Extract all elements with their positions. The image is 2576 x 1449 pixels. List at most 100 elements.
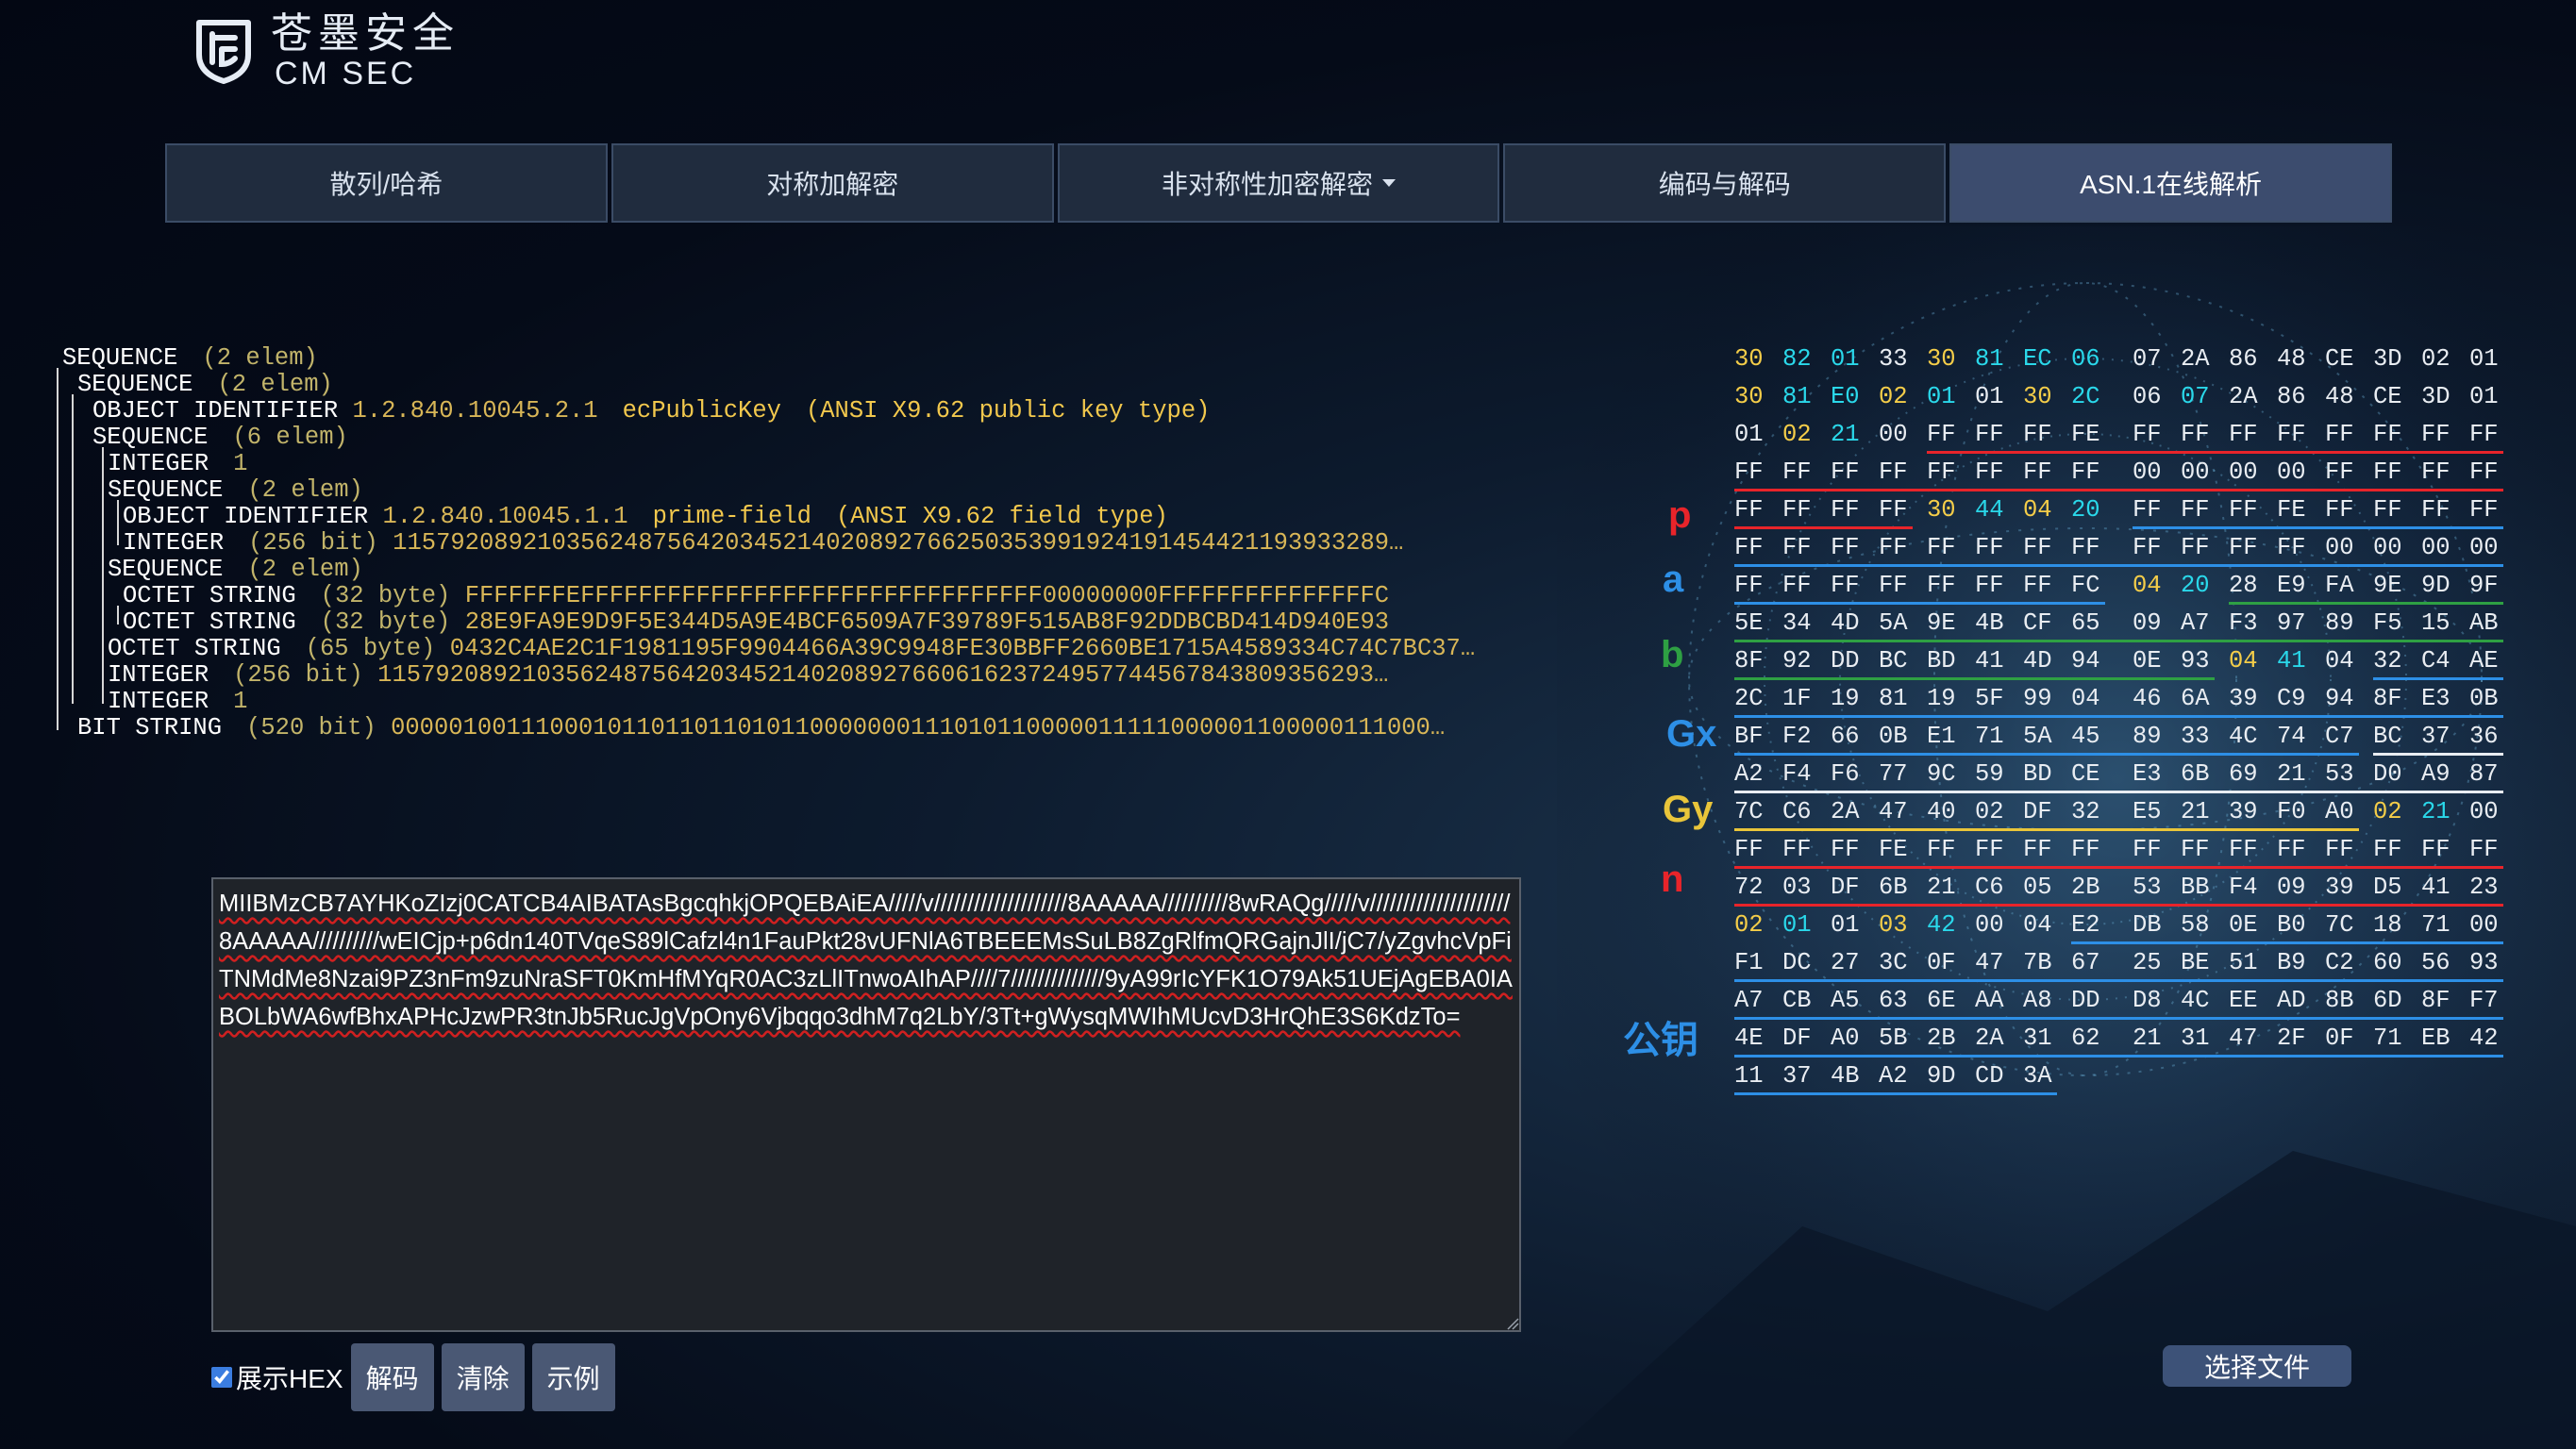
hex-byte[interactable]: 59 (1975, 760, 2004, 788)
hex-byte[interactable]: 81 (1975, 345, 2004, 373)
hex-byte[interactable]: 02 (2373, 798, 2402, 825)
hex-byte[interactable]: E3 (2421, 685, 2451, 712)
tab-symmetric[interactable]: 对称加解密 (611, 143, 1054, 223)
asn1-node[interactable]: SEQUENCE (2 elem) (62, 372, 1475, 398)
hex-byte[interactable]: 01 (2469, 345, 2499, 373)
hex-byte[interactable]: FF (2181, 534, 2210, 561)
hex-byte[interactable]: 58 (2181, 911, 2210, 939)
hex-byte[interactable]: C6 (1975, 874, 2004, 901)
hex-byte[interactable]: 36 (2469, 723, 2499, 750)
hex-byte[interactable]: FF (1879, 572, 1908, 599)
hex-byte[interactable]: FF (2373, 421, 2402, 448)
hex-byte[interactable]: 00 (2133, 458, 2162, 486)
hex-byte[interactable]: 53 (2325, 760, 2354, 788)
hex-byte[interactable]: 00 (2469, 534, 2499, 561)
hex-byte[interactable]: D0 (2373, 760, 2402, 788)
hex-byte[interactable]: 30 (1927, 496, 1956, 524)
hex-byte[interactable]: FF (2133, 534, 2162, 561)
hex-byte[interactable]: FF (2277, 421, 2306, 448)
hex-byte[interactable]: 4D (2023, 647, 2052, 675)
hex-byte[interactable]: CD (1975, 1062, 2004, 1090)
hex-byte[interactable]: A7 (2181, 609, 2210, 637)
clear-button[interactable]: 清除 (441, 1343, 525, 1411)
asn1-node[interactable]: SEQUENCE (2 elem) (62, 345, 1475, 372)
hex-byte[interactable]: 01 (1782, 911, 1812, 939)
hex-byte[interactable]: FF (1831, 496, 1860, 524)
hex-byte[interactable]: 6E (1927, 987, 1956, 1014)
hex-byte[interactable]: 53 (2133, 874, 2162, 901)
hex-byte[interactable]: F3 (2229, 609, 2258, 637)
hex-byte[interactable]: B9 (2277, 949, 2306, 976)
hex-byte[interactable]: 20 (2071, 496, 2100, 524)
hex-byte[interactable]: FF (2071, 458, 2100, 486)
hex-byte[interactable]: 56 (2421, 949, 2451, 976)
hex-byte[interactable]: F5 (2373, 609, 2402, 637)
hex-byte[interactable]: 28 (2229, 572, 2258, 599)
hex-byte[interactable]: FF (2277, 534, 2306, 561)
asn1-node[interactable]: BIT STRING (520 bit) 00000100111000101101… (62, 715, 1475, 741)
hex-byte[interactable]: 21 (2421, 798, 2451, 825)
hex-byte[interactable]: 09 (2133, 609, 2162, 637)
hex-byte[interactable]: 21 (2181, 798, 2210, 825)
hex-byte[interactable]: CE (2373, 383, 2402, 410)
hex-byte[interactable]: 41 (2421, 874, 2451, 901)
hex-byte[interactable]: 04 (2133, 572, 2162, 599)
hex-byte[interactable]: BD (2023, 760, 2052, 788)
hex-byte[interactable]: FF (2421, 836, 2451, 863)
hex-byte[interactable]: FF (1734, 572, 1764, 599)
hex-byte[interactable]: 00 (2229, 458, 2258, 486)
hex-byte[interactable]: 37 (1782, 1062, 1812, 1090)
hex-byte[interactable]: 93 (2181, 647, 2210, 675)
hex-byte[interactable]: BC (1879, 647, 1908, 675)
asn1-node[interactable]: SEQUENCE (2 elem) (62, 477, 1475, 504)
hex-byte[interactable]: 41 (1975, 647, 2004, 675)
hex-byte[interactable]: 4B (1975, 609, 2004, 637)
hex-byte[interactable]: FF (2133, 496, 2162, 524)
hex-byte[interactable]: 30 (1734, 345, 1764, 373)
hex-byte[interactable]: A2 (1879, 1062, 1908, 1090)
hex-byte[interactable]: 89 (2325, 609, 2354, 637)
hex-byte[interactable]: BE (2181, 949, 2210, 976)
hex-byte[interactable]: FF (2469, 458, 2499, 486)
hex-byte[interactable]: FF (2421, 458, 2451, 486)
tab-asymmetric[interactable]: 非对称性加密解密 (1057, 143, 1500, 223)
hex-byte[interactable]: 0F (2325, 1024, 2354, 1052)
hex-byte[interactable]: 3D (2421, 383, 2451, 410)
hex-byte[interactable]: E2 (2071, 911, 2100, 939)
hex-byte[interactable]: 5B (1879, 1024, 1908, 1052)
hex-byte[interactable]: CF (2023, 609, 2052, 637)
hex-byte[interactable]: 21 (1927, 874, 1956, 901)
hex-byte[interactable]: CB (1782, 987, 1812, 1014)
hex-byte[interactable]: C6 (1782, 798, 1812, 825)
hex-byte[interactable]: 4D (1831, 609, 1860, 637)
hex-byte[interactable]: FF (2325, 836, 2354, 863)
hex-byte[interactable]: E5 (2133, 798, 2162, 825)
hex-byte[interactable]: 9F (2469, 572, 2499, 599)
hex-byte[interactable]: 6A (2181, 685, 2210, 712)
hex-byte[interactable]: 01 (2469, 383, 2499, 410)
hex-byte[interactable]: 06 (2071, 345, 2100, 373)
hex-byte[interactable]: A0 (2325, 798, 2354, 825)
hex-byte[interactable]: FF (1782, 496, 1812, 524)
hex-byte[interactable]: FE (2277, 496, 2306, 524)
hex-byte[interactable]: 86 (2277, 383, 2306, 410)
hex-byte[interactable]: 48 (2325, 383, 2354, 410)
hex-byte[interactable]: FF (1782, 458, 1812, 486)
hex-byte[interactable]: 0B (1879, 723, 1908, 750)
hex-byte[interactable]: FF (2023, 458, 2052, 486)
hex-byte[interactable]: 81 (1879, 685, 1908, 712)
hex-byte[interactable]: FF (2023, 836, 2052, 863)
hex-byte[interactable]: FF (2325, 458, 2354, 486)
hex-byte[interactable]: FF (2133, 421, 2162, 448)
hex-byte[interactable]: 15 (2421, 609, 2451, 637)
hex-byte[interactable]: 00 (2277, 458, 2306, 486)
hex-byte[interactable]: 94 (2071, 647, 2100, 675)
hex-byte[interactable]: 18 (2373, 911, 2402, 939)
hex-byte[interactable]: E3 (2133, 760, 2162, 788)
hex-byte[interactable]: A9 (2421, 760, 2451, 788)
hex-byte[interactable]: D5 (2373, 874, 2402, 901)
hex-byte[interactable]: 02 (1879, 383, 1908, 410)
hex-byte[interactable]: 7B (2023, 949, 2052, 976)
hex-byte[interactable]: FF (1927, 572, 1956, 599)
hex-byte[interactable]: A0 (1831, 1024, 1860, 1052)
